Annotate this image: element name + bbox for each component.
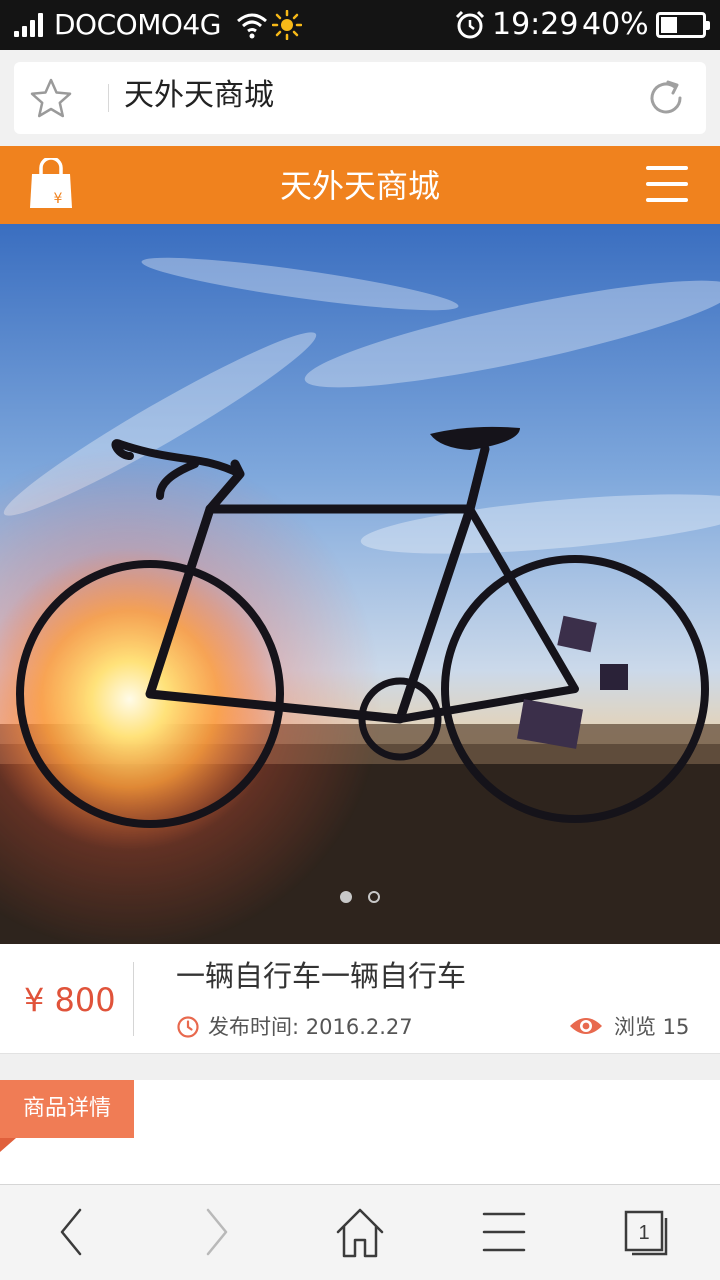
alarm-icon bbox=[455, 10, 485, 39]
tab-count: 1 bbox=[638, 1222, 649, 1244]
url-divider bbox=[108, 84, 109, 112]
tag-fold bbox=[0, 1138, 16, 1152]
tabs-icon[interactable]: 1 bbox=[618, 1204, 678, 1260]
eye-icon bbox=[570, 1018, 602, 1034]
product-title: 一辆自行车一辆自行车 bbox=[176, 959, 467, 993]
battery-percent: 40% bbox=[582, 7, 649, 42]
tab-product-details[interactable]: 商品详情 bbox=[0, 1080, 134, 1138]
carrier-name: DOCOMO4G bbox=[54, 8, 221, 41]
menu-icon[interactable] bbox=[646, 164, 688, 204]
home-icon[interactable] bbox=[330, 1204, 390, 1260]
back-icon[interactable] bbox=[42, 1204, 102, 1260]
clock-icon bbox=[177, 1016, 199, 1038]
wifi-icon bbox=[237, 13, 267, 39]
forward-icon[interactable] bbox=[186, 1204, 246, 1260]
carousel-dot-1[interactable] bbox=[340, 891, 352, 903]
info-divider bbox=[133, 962, 134, 1036]
battery-icon bbox=[656, 12, 710, 38]
published-date: 发布时间: 2016.2.27 bbox=[208, 1015, 413, 1039]
product-price: ¥ 800 bbox=[24, 981, 116, 1019]
url-box[interactable] bbox=[14, 62, 706, 134]
menu-icon[interactable] bbox=[474, 1204, 534, 1260]
sun-icon bbox=[272, 10, 302, 40]
product-image bbox=[0, 224, 720, 944]
star-icon[interactable] bbox=[30, 78, 72, 118]
site-title: 天外天商城 bbox=[279, 167, 440, 205]
carousel-dot-2[interactable] bbox=[368, 891, 380, 903]
reload-icon[interactable] bbox=[644, 76, 688, 120]
url-text[interactable]: 天外天商城 bbox=[124, 76, 274, 116]
status-time: 19:29 bbox=[492, 7, 579, 42]
signal-icon bbox=[14, 13, 48, 37]
view-count: 浏览 15 bbox=[614, 1015, 690, 1039]
